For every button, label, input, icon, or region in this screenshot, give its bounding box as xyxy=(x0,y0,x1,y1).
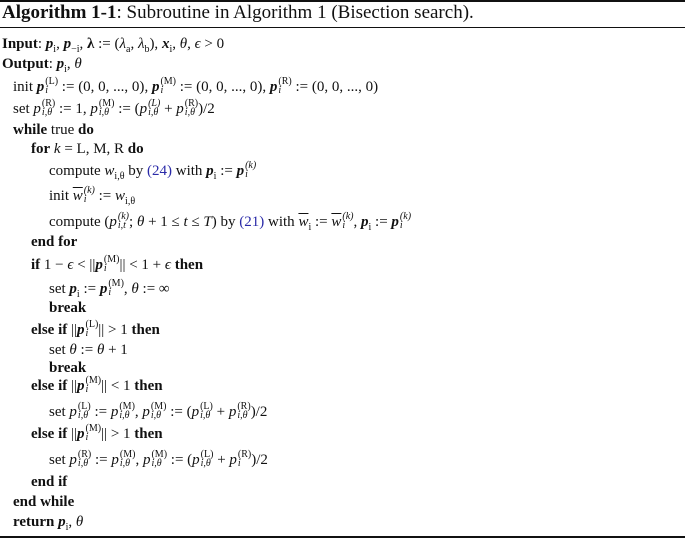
output-line: Output: pi, θ xyxy=(2,56,82,75)
algo-line-end-for: end for xyxy=(31,234,78,250)
algorithm-label: Algorithm 1-1 xyxy=(2,2,117,23)
algo-line-end-while: end while xyxy=(13,494,75,510)
algo-line-init-wbar: init w (k) i := wi,θ xyxy=(49,184,136,207)
algo-line-elseif-l: else if ||p (L) i || > 1 then xyxy=(31,318,160,339)
algo-line-compute-p: compute (p (k) i,t; θ + 1 ≤ t ≤ T) by (21)… xyxy=(49,210,412,233)
equation-ref-24[interactable]: (24) xyxy=(147,163,172,179)
algo-line-elseif-m-gt: else if ||p (M) i || > 1 then xyxy=(31,422,163,443)
algo-line-set-theta: set θ := θ + 1 xyxy=(49,342,128,358)
algo-line-set-right: set p (R) i,θ := p (M) i,θ, p (M) i,θ := (p (L)… xyxy=(49,448,268,469)
algo-line-end-if: end if xyxy=(31,474,68,490)
algo-line-init: init p (L) i := (0, 0, ..., 0), p (M) i := (… xyxy=(13,75,379,96)
algo-line-break-2: break xyxy=(49,360,87,376)
algo-line-compute-w: compute wi,θ by (24) with pi := p (k) i xyxy=(49,159,257,182)
equation-ref-21[interactable]: (21) xyxy=(239,214,264,230)
algorithm-caption: : Subroutine in Algorithm 1 (Bisection s… xyxy=(116,2,474,23)
algo-line-for: for k = L, M, R do xyxy=(31,141,144,157)
algo-line-return: return pi, θ xyxy=(13,514,84,533)
mid-rule xyxy=(0,27,685,28)
algo-line-if: if 1 − ϵ < ||p (M) i || < 1 + ϵ then xyxy=(31,253,204,274)
algo-line-set-converged: set pi := p (M) i, θ := ∞ xyxy=(49,277,170,300)
algorithm-title: Algorithm 1-1: Subroutine in Algorithm 1… xyxy=(2,2,474,24)
algo-line-elseif-m-lt: else if ||p (M) i || < 1 then xyxy=(31,374,163,395)
input-line: Input: pi, p−i, λ := (λa, λb), xi, θ, ϵ … xyxy=(2,36,225,55)
algo-line-set-left: set p (L) i,θ := p (M) i,θ, p (M) i,θ := (p (L)… xyxy=(49,400,268,421)
algo-line-while: while true do xyxy=(13,122,94,138)
algo-line-break-1: break xyxy=(49,300,87,316)
algo-line-set-init: set p (R) i,θ := 1, p (M) i,θ := (p (L) i,θ + … xyxy=(13,97,215,118)
